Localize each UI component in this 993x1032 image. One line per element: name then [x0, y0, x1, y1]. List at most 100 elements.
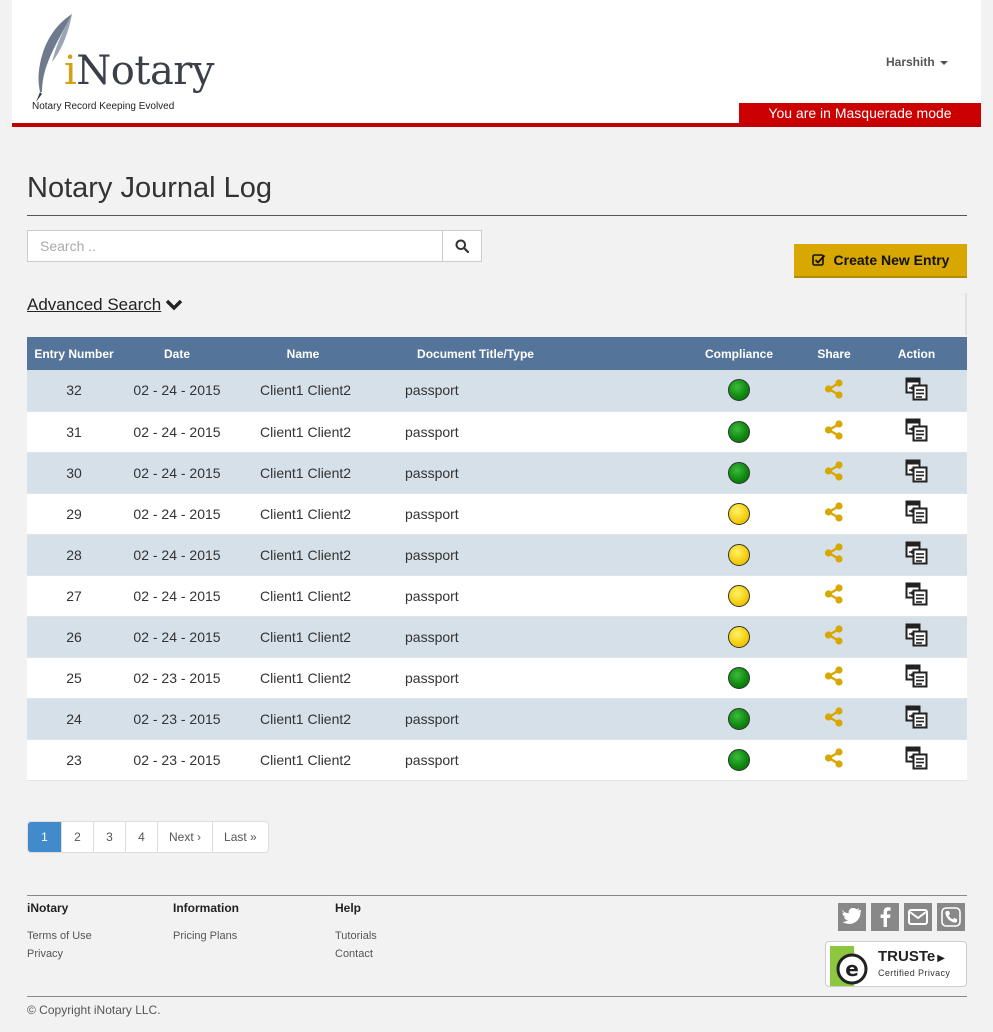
share-icon[interactable]	[823, 460, 845, 485]
cell-date: 02 - 24 - 2015	[121, 493, 233, 535]
share-icon[interactable]	[823, 665, 845, 690]
view-entry-icon[interactable]	[905, 459, 929, 486]
search-button[interactable]	[442, 230, 482, 262]
cell-share	[802, 534, 866, 576]
share-icon[interactable]	[823, 706, 845, 731]
page-link-1[interactable]: 1	[28, 822, 61, 852]
view-entry-icon[interactable]	[905, 746, 929, 773]
cell-compliance	[578, 370, 802, 412]
truste-badge[interactable]: e TRUSTe ▶ Certified Privacy	[825, 941, 967, 987]
share-icon[interactable]	[823, 501, 845, 526]
page-next-link[interactable]: Next ›	[157, 822, 212, 852]
table-row[interactable]: 31 02 - 24 - 2015 Client1 Client2 passport	[27, 411, 967, 453]
cell-compliance	[578, 411, 802, 453]
share-icon[interactable]	[823, 378, 845, 403]
view-entry-icon[interactable]	[905, 664, 929, 691]
footer-link-pricing[interactable]: Pricing Plans	[173, 930, 237, 942]
header-compliance[interactable]: Compliance	[578, 337, 802, 370]
table-row[interactable]: 32 02 - 24 - 2015 Client1 Client2 passport	[27, 370, 967, 412]
page-last-link[interactable]: Last »	[212, 822, 268, 852]
header-share: Share	[802, 337, 866, 370]
user-menu-dropdown[interactable]: Harshith	[886, 55, 948, 69]
cell-action	[866, 370, 967, 412]
cell-entry-number: 26	[27, 616, 121, 658]
copyright-text: © Copyright iNotary LLC.	[27, 1003, 161, 1017]
cell-share	[802, 616, 866, 658]
footer-col-inotary-title: iNotary	[27, 901, 69, 915]
footer-link-contact[interactable]: Contact	[335, 948, 373, 960]
table-row[interactable]: 23 02 - 23 - 2015 Client1 Client2 passport	[27, 739, 967, 781]
view-entry-icon[interactable]	[905, 377, 929, 404]
table-row[interactable]: 26 02 - 24 - 2015 Client1 Client2 passport	[27, 616, 967, 658]
page-link-3[interactable]: 3	[93, 822, 125, 852]
page-title: Notary Journal Log	[27, 172, 273, 204]
view-entry-icon[interactable]	[905, 541, 929, 568]
footer-link-terms[interactable]: Terms of Use	[27, 930, 92, 942]
cell-action	[866, 493, 967, 535]
view-entry-icon[interactable]	[905, 500, 929, 527]
compliance-green-icon	[728, 666, 750, 689]
cell-date: 02 - 23 - 2015	[121, 698, 233, 740]
share-icon[interactable]	[823, 419, 845, 444]
cell-name: Client1 Client2	[233, 411, 373, 453]
view-entry-icon[interactable]	[905, 418, 929, 445]
header-document-title[interactable]: Document Title/Type	[373, 337, 578, 370]
view-entry-icon[interactable]	[905, 705, 929, 732]
table-header-row: Entry Number Date Name Document Title/Ty…	[27, 337, 967, 370]
table-row[interactable]: 24 02 - 23 - 2015 Client1 Client2 passport	[27, 698, 967, 740]
cell-compliance	[578, 739, 802, 781]
inotary-logo[interactable]: iNotary Notary Record Keeping Evolved	[26, 12, 226, 116]
site-header: iNotary Notary Record Keeping Evolved Ha…	[12, 0, 981, 127]
cell-date: 02 - 23 - 2015	[121, 657, 233, 699]
create-new-entry-button[interactable]: Create New Entry	[794, 244, 967, 278]
view-entry-icon[interactable]	[905, 582, 929, 609]
view-entry-icon[interactable]	[905, 623, 929, 650]
cell-entry-number: 32	[27, 370, 121, 412]
table-row[interactable]: 28 02 - 24 - 2015 Client1 Client2 passport	[27, 534, 967, 576]
share-icon[interactable]	[823, 583, 845, 608]
table-row[interactable]: 27 02 - 24 - 2015 Client1 Client2 passport	[27, 575, 967, 617]
cell-document-title: passport	[373, 534, 578, 576]
cell-compliance	[578, 493, 802, 535]
cell-compliance	[578, 698, 802, 740]
compliance-green-icon	[728, 707, 750, 730]
cell-date: 02 - 23 - 2015	[121, 739, 233, 781]
header-entry-number[interactable]: Entry Number	[27, 337, 121, 370]
table-row[interactable]: 30 02 - 24 - 2015 Client1 Client2 passport	[27, 452, 967, 494]
footer-col-information-title: Information	[173, 901, 239, 915]
search-input[interactable]	[27, 230, 443, 262]
cell-date: 02 - 24 - 2015	[121, 616, 233, 658]
cell-date: 02 - 24 - 2015	[121, 370, 233, 412]
table-row[interactable]: 25 02 - 23 - 2015 Client1 Client2 passport	[27, 657, 967, 699]
facebook-button[interactable]	[871, 903, 899, 931]
cell-compliance	[578, 452, 802, 494]
footer-link-tutorials[interactable]: Tutorials	[335, 930, 377, 942]
cell-action	[866, 657, 967, 699]
mail-button[interactable]	[904, 903, 932, 931]
phone-button[interactable]	[937, 903, 965, 931]
pagination: 1 2 3 4 Next › Last »	[27, 821, 269, 853]
cell-document-title: passport	[373, 411, 578, 453]
cell-name: Client1 Client2	[233, 657, 373, 699]
cell-share	[802, 411, 866, 453]
footer-link-privacy[interactable]: Privacy	[27, 948, 63, 960]
advanced-search-toggle[interactable]: Advanced Search	[27, 295, 183, 315]
truste-name: TRUSTe ▶	[878, 948, 945, 965]
twitter-button[interactable]	[838, 903, 866, 931]
header-date[interactable]: Date	[121, 337, 233, 370]
checkbox-edit-icon	[811, 254, 825, 266]
cell-name: Client1 Client2	[233, 493, 373, 535]
header-name[interactable]: Name	[233, 337, 373, 370]
search-icon	[455, 239, 469, 253]
cell-entry-number: 23	[27, 739, 121, 781]
cell-date: 02 - 24 - 2015	[121, 411, 233, 453]
page-link-4[interactable]: 4	[125, 822, 157, 852]
cell-compliance	[578, 657, 802, 699]
cell-document-title: passport	[373, 616, 578, 658]
page-link-2[interactable]: 2	[61, 822, 93, 852]
share-icon[interactable]	[823, 747, 845, 772]
share-icon[interactable]	[823, 542, 845, 567]
table-row[interactable]: 29 02 - 24 - 2015 Client1 Client2 passport	[27, 493, 967, 535]
share-icon[interactable]	[823, 624, 845, 649]
cell-action	[866, 739, 967, 781]
